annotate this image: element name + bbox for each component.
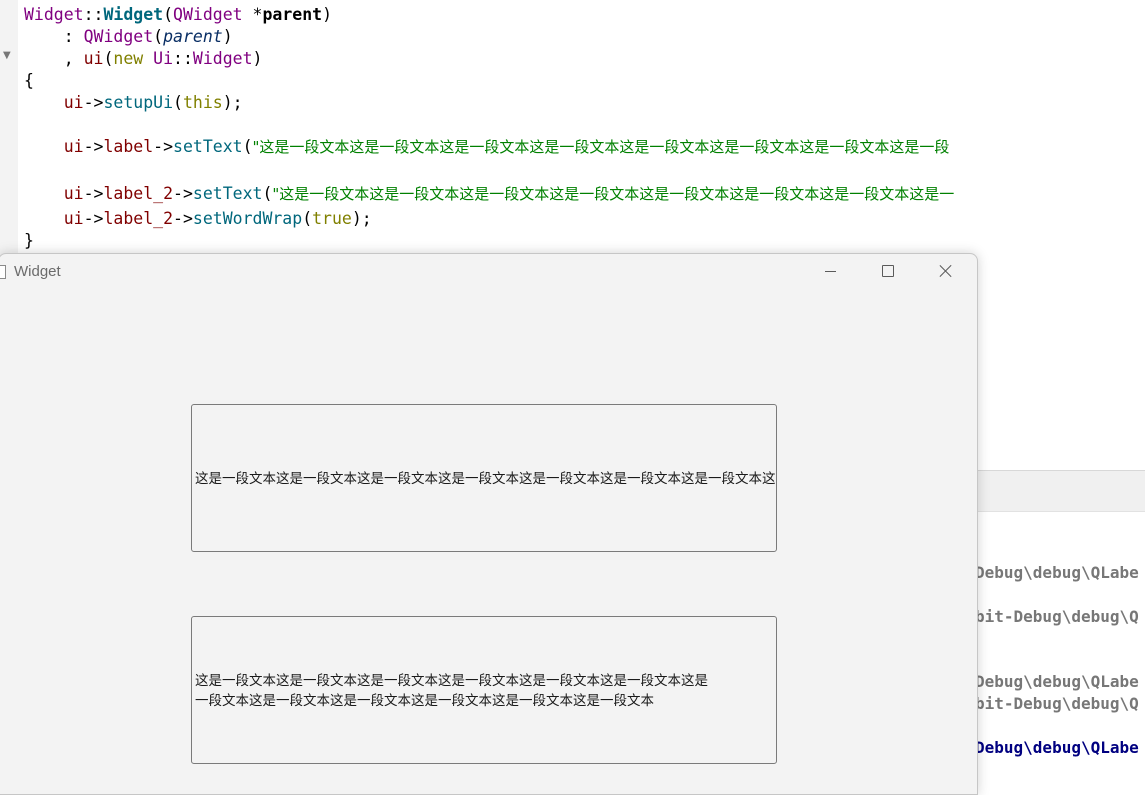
token: ( bbox=[242, 137, 253, 156]
token: ); bbox=[222, 93, 243, 112]
token: QWidget bbox=[83, 27, 154, 46]
token: -> bbox=[83, 137, 104, 156]
token: parent bbox=[262, 5, 323, 24]
token: ( bbox=[103, 49, 114, 68]
minimize-icon bbox=[824, 270, 836, 272]
token: label_2 bbox=[103, 184, 174, 203]
token: -> bbox=[83, 209, 104, 228]
token: ) bbox=[252, 49, 263, 68]
token: -> bbox=[83, 93, 104, 112]
code-line-8[interactable]: ui->label_2->setWordWrap(true); bbox=[24, 208, 372, 230]
minimize-button[interactable] bbox=[801, 254, 859, 288]
token: QWidget bbox=[173, 5, 243, 24]
label-text-line: 一段文本这是一段文本这是一段文本这是一段文本这是一段文本这是一段文本 bbox=[195, 693, 654, 709]
widget-window[interactable]: Widget 这是一段文本这是一段文本这是一段文本这是一段文本这是一段文本这是一… bbox=[0, 253, 978, 795]
window-titlebar[interactable]: Widget bbox=[0, 254, 977, 290]
token: Widget bbox=[24, 5, 84, 24]
token: ui bbox=[83, 49, 104, 68]
token: :: bbox=[173, 49, 193, 68]
maximize-icon bbox=[882, 265, 894, 277]
fold-arrow-icon[interactable]: ▼ bbox=[3, 50, 11, 61]
token: -> bbox=[173, 184, 193, 203]
token: label bbox=[103, 137, 154, 156]
close-button[interactable] bbox=[917, 254, 975, 288]
token: ) bbox=[222, 27, 233, 46]
string-literal: "这是一段文本这是一段文本这是一段文本这是一段文本这是一段文本这是一段文本这是一… bbox=[252, 138, 950, 156]
window-title: Widget bbox=[14, 263, 61, 280]
token: ( bbox=[173, 93, 183, 112]
token: ) bbox=[322, 5, 332, 24]
output-line: bit-Debug\debug\Q bbox=[975, 607, 1139, 626]
token: } bbox=[24, 231, 34, 250]
token: ui bbox=[24, 184, 84, 203]
output-toolbar bbox=[975, 470, 1145, 512]
token: ( bbox=[153, 27, 164, 46]
token: -> bbox=[153, 137, 174, 156]
token: ( bbox=[262, 184, 273, 203]
token: setText bbox=[173, 137, 243, 156]
code-line-7[interactable]: ui->label_2->setText("这是一段文本这是一段文本这是一段文本… bbox=[24, 183, 955, 205]
token: :: bbox=[83, 5, 104, 24]
output-line: Debug\debug\QLabe bbox=[975, 738, 1139, 757]
token: -> bbox=[173, 209, 193, 228]
token: ( bbox=[163, 5, 174, 24]
code-line-6[interactable]: ui->label->setText("这是一段文本这是一段文本这是一段文本这是… bbox=[24, 136, 950, 158]
token: new bbox=[113, 49, 144, 68]
code-line-1[interactable]: Widget::Widget(QWidget *parent) bbox=[24, 4, 332, 26]
maximize-button[interactable] bbox=[859, 254, 917, 288]
label-text-line: 这是一段文本这是一段文本这是一段文本这是一段文本这是一段文本这是一段文本这是 bbox=[195, 673, 708, 689]
label-text: 这是一段文本这是一段文本这是一段文本这是一段文本这是一段文本这是一段文本这是一段… bbox=[195, 471, 776, 487]
label-no-wrap: 这是一段文本这是一段文本这是一段文本这是一段文本这是一段文本这是一段文本这是一段… bbox=[191, 404, 777, 552]
token: ui bbox=[24, 137, 84, 156]
app-icon bbox=[0, 265, 6, 279]
label-text: 这是一段文本这是一段文本这是一段文本这是一段文本这是一段文本这是一段文本这是 一… bbox=[195, 671, 708, 711]
token: Widget bbox=[192, 49, 253, 68]
token: parent bbox=[163, 27, 223, 46]
string-literal: "这是一段文本这是一段文本这是一段文本这是一段文本这是一段文本这是一段文本这是一… bbox=[272, 185, 955, 203]
token: { bbox=[24, 71, 34, 90]
code-line-2[interactable]: : QWidget(parent) bbox=[24, 26, 233, 48]
output-line: bit-Debug\debug\Q bbox=[975, 694, 1139, 713]
output-panel: Debug\debug\QLabe bit-Debug\debug\Q Debu… bbox=[975, 462, 1145, 785]
token: Ui bbox=[153, 49, 174, 68]
token: , bbox=[24, 49, 84, 68]
token: * bbox=[242, 5, 263, 24]
token: this bbox=[182, 93, 223, 112]
code-line-9[interactable]: } bbox=[24, 230, 34, 252]
label-word-wrap: 这是一段文本这是一段文本这是一段文本这是一段文本这是一段文本这是一段文本这是 一… bbox=[191, 616, 777, 764]
token: Widget bbox=[103, 5, 164, 24]
token: ( bbox=[302, 209, 313, 228]
close-icon bbox=[939, 264, 953, 278]
code-line-4[interactable]: { bbox=[24, 70, 34, 92]
output-line: Debug\debug\QLabe bbox=[975, 563, 1139, 582]
token: ui bbox=[24, 93, 84, 112]
token: setWordWrap bbox=[192, 209, 303, 228]
code-line-3[interactable]: , ui(new Ui::Widget) bbox=[24, 48, 263, 70]
code-line-5[interactable]: ui->setupUi(this); bbox=[24, 92, 243, 114]
token: ui bbox=[24, 209, 84, 228]
token: ); bbox=[351, 209, 372, 228]
token: : bbox=[24, 27, 84, 46]
token: -> bbox=[83, 184, 104, 203]
output-line: Debug\debug\QLabe bbox=[975, 672, 1139, 691]
token: true bbox=[312, 209, 352, 228]
token: setText bbox=[192, 184, 263, 203]
token: setupUi bbox=[103, 93, 174, 112]
token: label_2 bbox=[103, 209, 174, 228]
